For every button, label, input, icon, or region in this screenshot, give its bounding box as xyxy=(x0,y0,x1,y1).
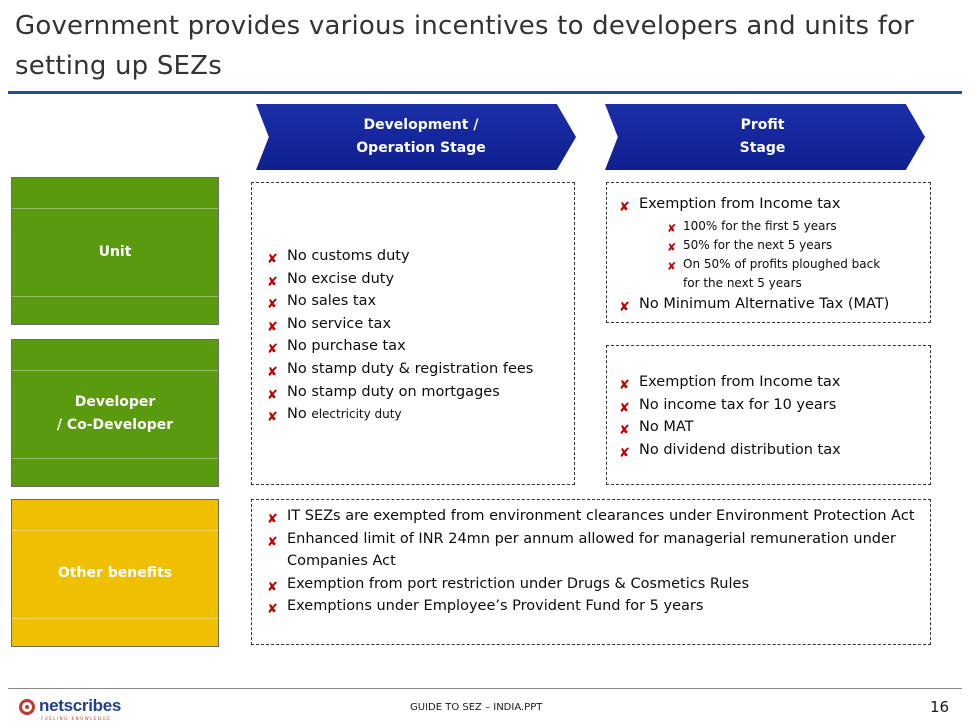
development-stage-arrow: Development / Operation Stage xyxy=(256,104,576,170)
development-benefits-list: ✘ No customs duty ✘ No excise duty ✘ No sal… xyxy=(257,245,572,426)
list-item: ✘ 100% for the first 5 years xyxy=(667,217,927,236)
list-item: ✘ No service tax xyxy=(257,313,572,336)
page-number: 16 xyxy=(930,698,950,716)
list-item: ✘ 50% for the next 5 years xyxy=(667,236,927,255)
list-item: ✘ No stamp duty on mortgages xyxy=(257,381,572,404)
cross-bullet-icon: ✘ xyxy=(267,602,278,618)
row-developer-label-1: Developer xyxy=(74,394,156,410)
unit-profit-sublist: ✘ 100% for the first 5 years ✘ 50% for the… xyxy=(667,217,927,293)
row-unit-label: Unit xyxy=(98,244,132,260)
list-item: ✘ No Minimum Alternative Tax (MAT) xyxy=(609,293,927,316)
logo-name: netscribes xyxy=(39,696,122,715)
row-unit: Unit xyxy=(11,177,219,325)
list-item: ✘ No MAT xyxy=(609,416,927,439)
list-item: ✘ Exemption from Income tax xyxy=(609,371,927,394)
list-item: ✘ Enhanced limit of INR 24mn per annum al… xyxy=(267,530,896,570)
title-divider xyxy=(8,91,962,94)
row-developer-label-2: / Co-Developer xyxy=(56,417,174,433)
list-item: ✘ Exemptions under Employee’s Provident F… xyxy=(257,595,917,618)
footer-divider xyxy=(8,688,962,689)
cross-bullet-icon: ✘ xyxy=(619,200,630,215)
list-item: ✘ No purchase tax xyxy=(257,335,572,358)
developer-profit-box: ✘ Exemption from Income tax ✘ No income ta… xyxy=(606,345,931,485)
logo-mark-icon xyxy=(19,699,35,715)
list-item: ✘ No stamp duty & registration fees xyxy=(257,358,572,381)
development-stage-line2: Operation Stage xyxy=(356,140,486,156)
list-item: ✘ No excise duty xyxy=(257,268,572,291)
list-item: ✘ No electricity duty xyxy=(257,403,572,426)
list-item: ✘ IT SEZs are exempted from environment c… xyxy=(257,505,917,528)
profit-stage-line2: Stage xyxy=(739,140,786,156)
cross-bullet-icon: ✘ xyxy=(619,445,630,461)
profit-stage-line1: Profit xyxy=(740,117,785,133)
unit-profit-box: ✘ Exemption from Income tax ✘ 100% for the… xyxy=(606,182,931,323)
footer-document-name: GUIDE TO SEZ – INDIA.PPT xyxy=(410,702,543,713)
list-item: ✘ No sales tax xyxy=(257,290,572,313)
list-item: ✘ No dividend distribution tax xyxy=(609,439,927,462)
list-item: ✘ No income tax for 10 years xyxy=(609,394,927,417)
other-benefits-list: ✘ IT SEZs are exempted from environment c… xyxy=(257,505,917,618)
development-stage-line1: Development / xyxy=(363,117,479,133)
cross-bullet-icon: ✘ xyxy=(619,299,630,315)
list-item: ✘ Exemption from port restriction under D… xyxy=(257,573,917,596)
list-item: ✘ Exemption from Income tax ✘ 100% for the… xyxy=(609,193,927,293)
row-other-benefits-label: Other benefits xyxy=(57,565,173,581)
logo-tagline: FUELING KNOWLEDGE xyxy=(41,716,112,721)
developer-profit-list: ✘ Exemption from Income tax ✘ No income ta… xyxy=(609,371,927,461)
cross-bullet-icon: ✘ xyxy=(267,534,278,550)
list-item: ✘ No customs duty xyxy=(257,245,572,268)
development-benefits-box: ✘ No customs duty ✘ No excise duty ✘ No sal… xyxy=(251,182,575,485)
other-benefits-box: ✘ IT SEZs are exempted from environment c… xyxy=(251,499,931,645)
profit-stage-arrow: Profit Stage xyxy=(605,104,925,170)
cross-bullet-icon: ✘ xyxy=(667,259,677,273)
row-other-benefits: Other benefits xyxy=(11,499,219,647)
page-title: Government provides various incentives t… xyxy=(15,11,915,81)
row-developer: Developer / Co-Developer xyxy=(11,339,219,487)
cross-bullet-icon: ✘ xyxy=(267,410,278,426)
list-item: ✘ On 50% of profits ploughed back for the… xyxy=(667,256,881,290)
unit-profit-list: ✘ Exemption from Income tax ✘ 100% for the… xyxy=(609,193,927,315)
